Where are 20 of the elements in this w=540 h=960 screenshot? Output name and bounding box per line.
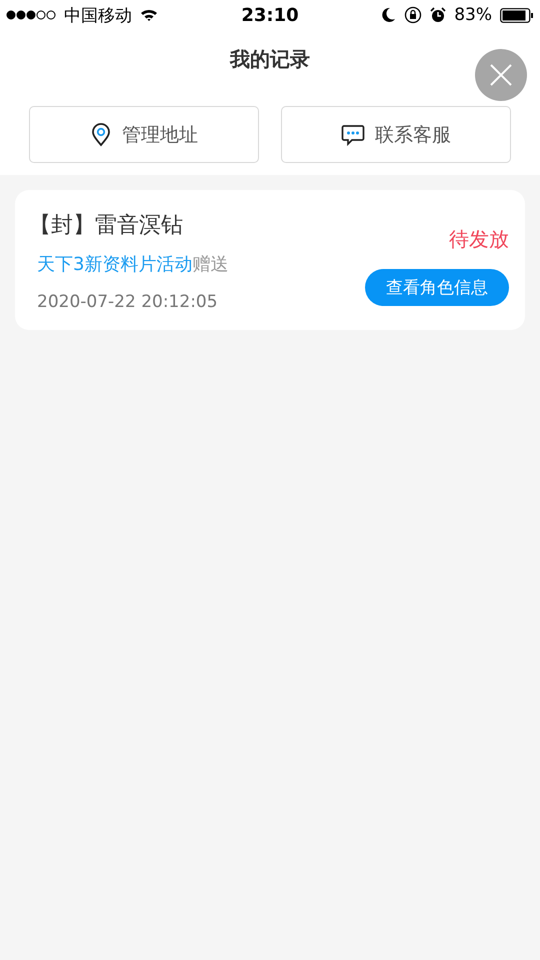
contact-service-button[interactable]: 联系客服 [281,106,511,163]
location-pin-icon [90,122,112,146]
item-title: 【封】雷音溟钻 [29,212,184,240]
status-time: 23:10 [241,4,299,26]
carrier-name: 中国移动 [64,4,132,26]
alarm-icon [430,7,446,23]
manage-address-button[interactable]: 管理地址 [29,106,259,163]
status-label: 待发放 [449,226,509,253]
wifi-icon [140,8,158,22]
gift-label: 赠送 [192,253,228,276]
chat-bubble-icon [341,124,365,146]
signal-icon [6,10,56,20]
page-title: 我的记录 [230,46,310,72]
rotation-lock-icon [404,6,422,24]
battery-percent: 83% [454,5,492,25]
record-time: 2020-07-22 20:12:05 [37,292,219,312]
close-icon [489,63,513,87]
moon-icon [382,7,396,23]
close-button[interactable] [475,49,527,101]
battery-icon [500,8,534,22]
